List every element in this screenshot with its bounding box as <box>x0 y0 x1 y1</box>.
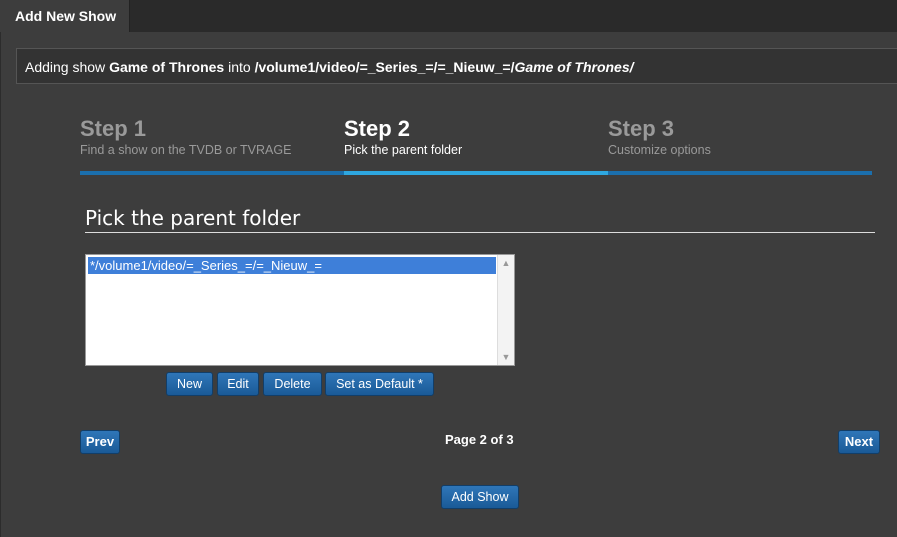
new-folder-button[interactable]: New <box>166 372 213 396</box>
step-2-description: Pick the parent folder <box>344 143 463 157</box>
edit-folder-button[interactable]: Edit <box>217 372 259 396</box>
tab-bar: Add New Show <box>0 0 897 32</box>
step-3-description: Customize options <box>608 143 711 157</box>
step-2-progress-bar <box>344 171 608 175</box>
info-prefix: Adding show <box>25 59 110 75</box>
parent-folder-listbox[interactable]: */volume1/video/=_Series_=/=_Nieuw_= ▲ ▼ <box>85 254 515 366</box>
scroll-down-icon[interactable]: ▼ <box>501 352 511 362</box>
adding-show-info: Adding show Game of Thrones into /volume… <box>16 48 897 84</box>
step-1-number: Step 1 <box>80 116 147 141</box>
step-3-number: Step 3 <box>608 116 675 141</box>
section-title: Pick the parent folder <box>85 206 875 233</box>
step-3: Step 3 Customize options <box>608 116 872 175</box>
set-as-default-button[interactable]: Set as Default * <box>325 372 434 396</box>
add-show-button[interactable]: Add Show <box>441 485 519 509</box>
step-3-progress-bar <box>608 171 872 175</box>
scroll-up-icon[interactable]: ▲ <box>501 258 511 268</box>
step-1: Step 1 Find a show on the TVDB or TVRAGE <box>80 116 344 175</box>
listbox-scrollbar[interactable]: ▲ ▼ <box>497 255 514 365</box>
tab-add-new-show[interactable]: Add New Show <box>0 0 130 32</box>
step-1-progress-bar <box>80 171 344 175</box>
step-1-description: Find a show on the TVDB or TVRAGE <box>80 143 292 157</box>
step-2: Step 2 Pick the parent folder <box>344 116 608 175</box>
info-path: /volume1/video/=_Series_=/=_Nieuw_=/ <box>254 59 515 75</box>
step-2-number: Step 2 <box>344 116 411 141</box>
next-button[interactable]: Next <box>838 430 880 454</box>
folder-list-item[interactable]: */volume1/video/=_Series_=/=_Nieuw_= <box>88 257 496 274</box>
info-path-show: Game of Thrones/ <box>514 59 634 75</box>
info-show-name: Game of Thrones <box>109 59 225 75</box>
delete-folder-button[interactable]: Delete <box>263 372 322 396</box>
page-indicator: Page 2 of 3 <box>445 432 514 447</box>
prev-button[interactable]: Prev <box>80 430 120 454</box>
info-middle: into <box>224 59 255 75</box>
